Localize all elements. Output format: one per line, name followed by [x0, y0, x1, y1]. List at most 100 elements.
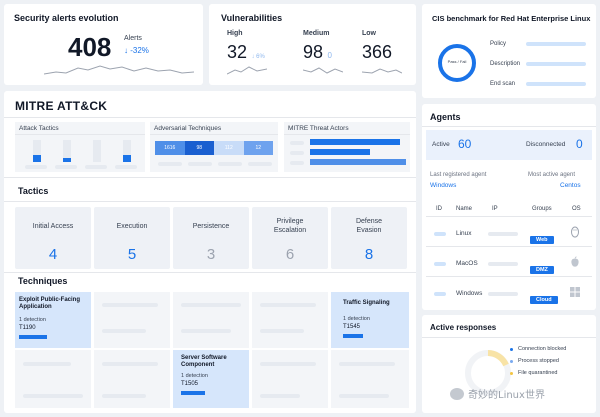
technique-id: T1505: [181, 381, 199, 387]
technique-cell[interactable]: [331, 350, 409, 408]
legend-label: Process stopped: [518, 358, 559, 364]
segment-112: 112: [214, 141, 244, 155]
legend-dot: [510, 348, 513, 351]
legend-dot: [510, 360, 513, 363]
vuln-high-value: 32: [227, 42, 248, 62]
agent-row-name[interactable]: Linux: [456, 230, 472, 237]
technique-cell[interactable]: [94, 292, 170, 348]
technique-title: Traffic Signaling: [343, 300, 390, 306]
agent-row-id: [434, 232, 446, 236]
cis-description-bar: [526, 62, 586, 66]
cis-title: CIS benchmark for Red Hat Enterprise Lin…: [432, 14, 591, 23]
technique-traffic-signaling[interactable]: Traffic Signaling 1 detection T1545: [331, 292, 409, 348]
active-responses-title: Active responses: [430, 323, 497, 332]
agent-row-id: [434, 262, 446, 266]
technique-exploit-public-facing[interactable]: Exploit Public-Facing Application 1 dete…: [15, 292, 91, 348]
tactic-bar-fill: [33, 155, 41, 162]
alerts-delta: ↓ -32%: [124, 46, 149, 55]
tactic-persistence-value: 3: [206, 246, 216, 263]
watermark-text: 奇妙的Linux世界: [468, 390, 545, 401]
vuln-medium-value: 98: [303, 42, 324, 62]
vuln-high: High 32 ↓ 6%: [227, 30, 265, 63]
agents-title: Agents: [430, 112, 461, 122]
vuln-high-delta: ↓ 6%: [251, 54, 265, 60]
tactic-execution-label: Execution: [116, 222, 148, 230]
linux-icon: [571, 226, 579, 238]
agent-row-name[interactable]: MacOS: [456, 260, 478, 267]
agent-group-dmz[interactable]: DMZ: [530, 258, 554, 276]
vuln-medium: Medium 98 0: [303, 30, 332, 63]
technique-cell[interactable]: [15, 350, 91, 408]
vuln-low: Low 366: [362, 30, 392, 63]
segment-12: 12: [243, 141, 273, 155]
tactics-title: Tactics: [18, 186, 49, 196]
vuln-medium-sparkline: [303, 67, 343, 74]
adversarial-techniques-title: Adversarial Techniques: [154, 125, 222, 132]
technique-title: Server Software Component: [181, 355, 227, 368]
most-active-value[interactable]: Centos: [560, 182, 581, 189]
segment-98: 98: [184, 141, 214, 155]
agents-card: Agents Active 60 Disconnected 0 Last reg…: [422, 104, 596, 310]
legend-label: File quarantined: [518, 370, 558, 376]
tactic-initial-access[interactable]: Initial Access 4: [15, 207, 91, 269]
tactic-bar: [93, 140, 101, 162]
agent-group-label: Web: [530, 236, 554, 244]
cis-policy-bar: [526, 42, 586, 46]
vuln-low-label: Low: [362, 30, 376, 37]
legend-dot: [510, 372, 513, 375]
agent-group-cloud[interactable]: Cloud: [530, 288, 558, 306]
threat-actors-title: MITRE Threat Actors: [288, 125, 349, 132]
vuln-high-sparkline: [227, 66, 267, 75]
agents-disconnected-value[interactable]: 0: [576, 137, 583, 151]
tactic-bar-fill: [63, 158, 71, 162]
technique-progress: [343, 334, 363, 338]
col-ip: IP: [492, 206, 498, 212]
last-registered-value[interactable]: Windows: [430, 182, 456, 189]
attack-tactics-panel: Attack Tactics: [15, 122, 145, 172]
threat-actors-panel: MITRE Threat Actors: [284, 122, 410, 172]
threat-actor-bar: [310, 139, 400, 145]
apple-icon: [571, 256, 579, 267]
legend-label: Connection blocked: [518, 346, 567, 352]
technique-detections: 1 detection: [181, 373, 208, 379]
threat-actor-bar: [310, 159, 406, 165]
col-name: Name: [456, 206, 473, 212]
technique-cell[interactable]: [94, 350, 170, 408]
adversarial-techniques-panel: Adversarial Techniques 1616 98 112 12: [150, 122, 278, 172]
cis-donut-label: Pass / Fail: [447, 59, 467, 64]
security-alerts-title: Security alerts evolution: [14, 13, 119, 23]
tactic-execution-value: 5: [127, 246, 137, 263]
cis-row-end-scan: End scan: [490, 81, 516, 87]
vulnerabilities-title: Vulnerabilities: [221, 13, 283, 23]
windows-icon: [570, 287, 580, 297]
technique-detections: 1 detection: [343, 316, 370, 322]
agent-group-label: DMZ: [530, 266, 554, 274]
tactic-defense-evasion-value: 8: [364, 246, 374, 263]
agent-row-name[interactable]: Windows: [456, 290, 482, 297]
technique-cell[interactable]: [252, 292, 328, 348]
agent-group-label: Cloud: [530, 296, 558, 304]
col-groups: Groups: [532, 206, 552, 212]
alerts-count: 408: [68, 32, 112, 62]
cis-benchmark-card: CIS benchmark for Red Hat Enterprise Lin…: [422, 4, 596, 98]
tactic-privilege-escalation-label: Privilege Escalation: [273, 218, 307, 234]
agents-disconnected-label: Disconnected: [526, 141, 566, 148]
technique-server-software-component[interactable]: Server Software Component 1 detection T1…: [173, 350, 249, 408]
segment-1616: 1616: [155, 141, 185, 155]
vuln-low-sparkline: [362, 68, 402, 74]
agent-group-web[interactable]: Web: [530, 228, 554, 246]
tactic-defense-evasion[interactable]: Defense Evasion 8: [331, 207, 407, 269]
tactic-persistence[interactable]: Persistence 3: [173, 207, 249, 269]
alerts-label: Alerts: [124, 35, 142, 42]
tactic-persistence-label: Persistence: [192, 222, 230, 230]
technique-cell[interactable]: [252, 350, 328, 408]
tactic-privilege-escalation[interactable]: Privilege Escalation 6: [252, 207, 328, 269]
agents-active-value[interactable]: 60: [458, 137, 471, 151]
cis-end-scan-bar: [526, 82, 586, 86]
technique-cell[interactable]: [173, 292, 249, 348]
vuln-medium-label: Medium: [303, 30, 330, 37]
vuln-low-value: 366: [362, 42, 393, 62]
tactic-execution[interactable]: Execution 5: [94, 207, 170, 269]
techniques-title: Techniques: [18, 276, 68, 286]
vuln-medium-delta: 0: [327, 51, 332, 60]
